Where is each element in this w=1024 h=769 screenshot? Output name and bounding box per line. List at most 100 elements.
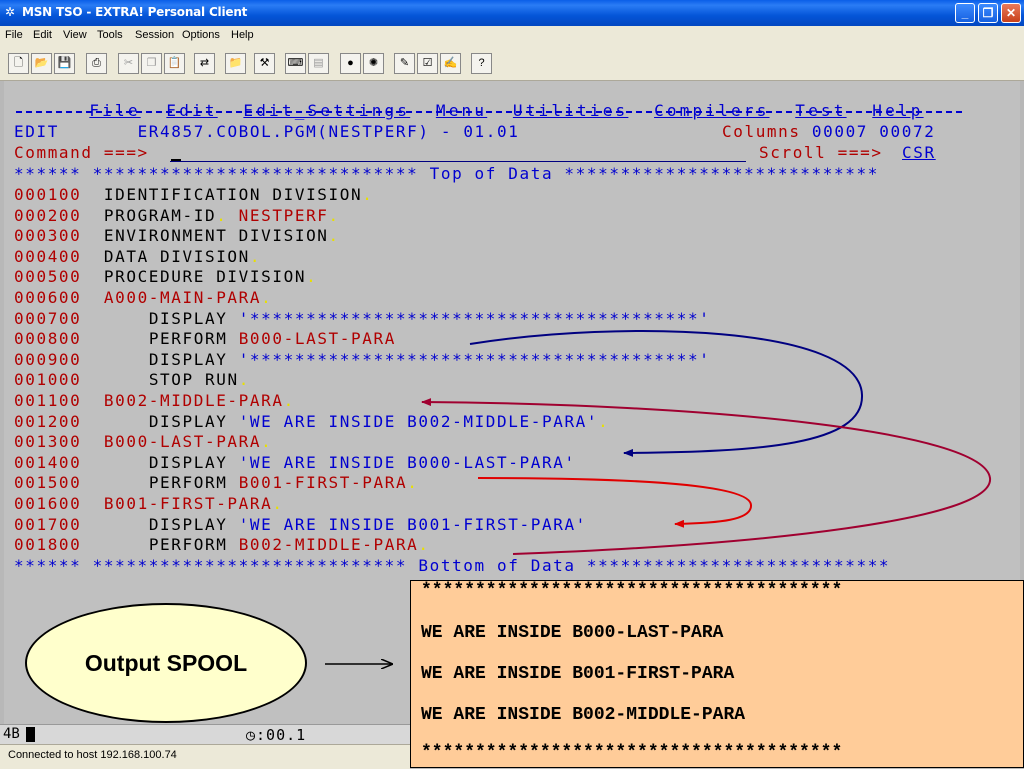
keyword: DISPLAY (148, 514, 228, 534)
string-literal: '***************************************… (238, 349, 711, 369)
menu-edit[interactable]: Edit (33, 29, 52, 41)
checklist-icon[interactable]: ☑ (417, 53, 438, 74)
line-number: 001500 (14, 473, 82, 493)
line-number: 001000 (14, 370, 82, 390)
code-line[interactable]: 000700 DISPLAY '************************… (14, 309, 710, 329)
code-line[interactable]: 000500 PROCEDURE DIVISION. (14, 267, 317, 287)
line-number: 000400 (14, 246, 82, 266)
spool-line: WE ARE INSIDE B002-MIDDLE-PARA (421, 705, 746, 725)
print-icon[interactable]: ⎙ (86, 53, 107, 74)
command-cursor (171, 159, 181, 161)
operand: B001-FIRST-PARA (238, 473, 408, 493)
separator-line (16, 111, 962, 113)
maximize-button[interactable]: ❐ (978, 3, 998, 23)
keyword: DISPLAY (148, 349, 228, 369)
edit-script-icon[interactable]: ✎ (394, 53, 415, 74)
output-spool-label: Output SPOOL (84, 649, 248, 676)
statement: DATA DIVISION (103, 246, 250, 266)
line-number: 001400 (14, 452, 82, 472)
top-of-data-marker: ****** ***************************** Top… (14, 164, 879, 183)
code-line[interactable]: 001700 DISPLAY 'WE ARE INSIDE B001-FIRST… (14, 515, 587, 535)
menu-options[interactable]: Options (182, 29, 220, 41)
code-line[interactable]: 000300 ENVIRONMENT DIVISION. (14, 226, 340, 246)
code-line[interactable]: 001500 PERFORM B001-FIRST-PARA. (14, 473, 418, 493)
record-icon[interactable]: ● (340, 53, 361, 74)
line-number: 000200 (14, 205, 82, 225)
line-number: 000300 (14, 226, 82, 246)
string-literal: 'WE ARE INSIDE B000-LAST-PARA' (238, 452, 576, 472)
code-line[interactable]: 000100 IDENTIFICATION DIVISION. (14, 185, 373, 205)
code-line[interactable]: 001300 B000-LAST-PARA. (14, 432, 272, 452)
line-number: 001200 (14, 411, 82, 431)
code-line[interactable]: 000600 A000-MAIN-PARA. (14, 288, 272, 308)
hotspot-icon[interactable]: ✺ (363, 53, 384, 74)
open-folder-icon[interactable]: 📂 (31, 53, 52, 74)
transfer-icon[interactable]: ⇄ (194, 53, 215, 74)
spool-line: *************************************** (421, 581, 843, 601)
line-number: 001800 (14, 535, 82, 555)
new-icon[interactable]: 🗋 (8, 53, 29, 74)
code-line[interactable]: 001800 PERFORM B002-MIDDLE-PARA. (14, 535, 430, 555)
dataset-name: ER4857.COBOL.PGM(NESTPERF) - 01.01 (137, 122, 520, 141)
keyword: DISPLAY (148, 411, 228, 431)
statement: PROCEDURE DIVISION (103, 267, 307, 287)
cut-icon[interactable]: ✂ (118, 53, 139, 74)
menu-view[interactable]: View (63, 29, 87, 41)
statement: IDENTIFICATION DIVISION (103, 185, 363, 204)
close-button[interactable]: ✕ (1001, 3, 1021, 23)
keyword: PROGRAM-ID (103, 205, 217, 225)
menu-tools[interactable]: Tools (97, 29, 123, 41)
line-number: 001300 (14, 432, 82, 452)
line-number: 000100 (14, 185, 82, 204)
app-icon: ✲ (5, 5, 16, 19)
menu-help[interactable]: Help (231, 29, 254, 41)
scroll-field[interactable]: CSR (902, 143, 936, 163)
code-line[interactable]: 001200 DISPLAY 'WE ARE INSIDE B002-MIDDL… (14, 412, 609, 432)
save-icon[interactable]: 💾 (54, 53, 75, 74)
code-line[interactable]: 001600 B001-FIRST-PARA. (14, 494, 284, 514)
paste-icon[interactable]: 📋 (164, 53, 185, 74)
string-literal: 'WE ARE INSIDE B002-MIDDLE-PARA' (238, 411, 599, 431)
code-line[interactable]: 000800 PERFORM B000-LAST-PARA (14, 329, 396, 349)
menu-session[interactable]: Session (135, 29, 174, 41)
edit-check-icon[interactable]: ✍ (440, 53, 461, 74)
minimize-button[interactable]: _ (955, 3, 975, 23)
spool-line: WE ARE INSIDE B000-LAST-PARA (421, 623, 724, 643)
help-pointer-icon[interactable]: ? (471, 53, 492, 74)
statement: STOP RUN (148, 370, 239, 390)
keyword: PERFORM (148, 535, 228, 555)
code-line[interactable]: 000400 DATA DIVISION. (14, 247, 261, 267)
upload-folder-icon[interactable]: 📁 (225, 53, 246, 74)
copy-icon[interactable]: ❐ (141, 53, 162, 74)
keyboard-icon[interactable]: ⌨ (285, 53, 306, 74)
code-line[interactable]: 000200 PROGRAM-ID. NESTPERF. (14, 206, 340, 226)
paragraph-name: B002-MIDDLE-PARA (103, 391, 284, 410)
connection-status-bar: Connected to host 192.168.100.74 (0, 744, 410, 769)
columns-indicator: Columns 00007 00072 (722, 122, 936, 141)
scroll-label: Scroll ===> (759, 143, 883, 162)
line-number: 000800 (14, 329, 82, 349)
keyword: DISPLAY (148, 308, 228, 328)
title-bar: ✲ MSN TSO - EXTRA! Personal Client _ ❐ ✕ (0, 0, 1024, 26)
string-literal: 'WE ARE INSIDE B001-FIRST-PARA' (238, 514, 587, 534)
operand: B002-MIDDLE-PARA (238, 535, 419, 555)
paragraph-name: B001-FIRST-PARA (103, 494, 273, 513)
statement: ENVIRONMENT DIVISION (103, 226, 329, 246)
code-line[interactable]: 001100 B002-MIDDLE-PARA. (14, 391, 295, 411)
line-number: 000500 (14, 267, 82, 287)
keyword: PERFORM (148, 329, 228, 349)
line-number: 001700 (14, 514, 82, 534)
macro-icon[interactable]: ▤ (308, 53, 329, 74)
terminal-status-bar: 4B ◷:00.1 (0, 724, 410, 745)
menu-file[interactable]: File (5, 29, 23, 41)
clock-icon: ◷ (246, 726, 257, 744)
bottom-of-data-marker: ****** **************************** Bott… (14, 556, 891, 575)
code-line[interactable]: 001400 DISPLAY 'WE ARE INSIDE B000-LAST-… (14, 453, 576, 473)
tools-icon[interactable]: ⚒ (254, 53, 275, 74)
operand: B000-LAST-PARA (238, 329, 396, 349)
command-input[interactable] (170, 161, 746, 162)
code-line[interactable]: 000900 DISPLAY '************************… (14, 350, 710, 370)
spool-line: *************************************** (421, 743, 843, 763)
code-line[interactable]: 001000 STOP RUN. (14, 370, 250, 390)
line-number: 000900 (14, 349, 82, 369)
